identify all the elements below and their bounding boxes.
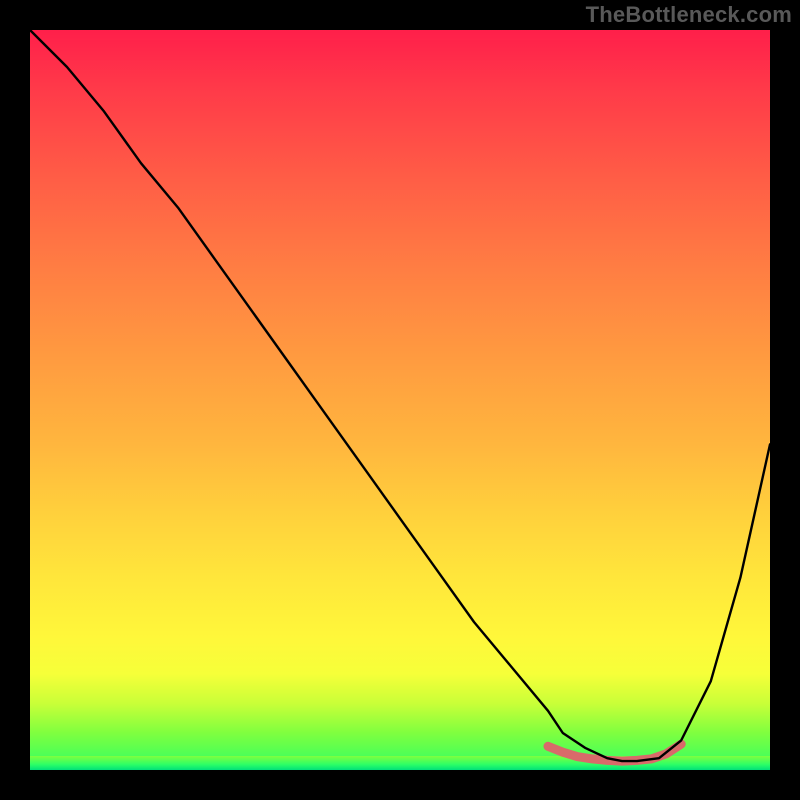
bottleneck-curve-path [30, 30, 770, 761]
curve-layer [30, 30, 770, 770]
chart-frame: TheBottleneck.com [0, 0, 800, 800]
plot-area [30, 30, 770, 770]
watermark-text: TheBottleneck.com [586, 2, 792, 28]
